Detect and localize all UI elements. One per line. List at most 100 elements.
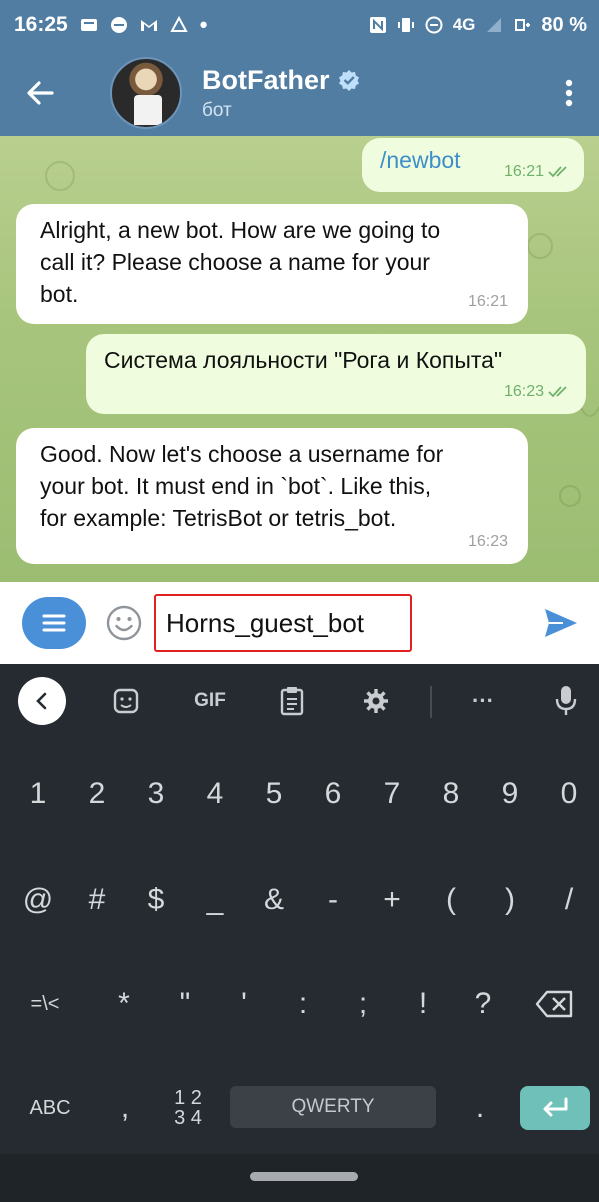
vibrate-icon xyxy=(397,18,414,32)
microphone-icon xyxy=(555,686,577,715)
keyboard-row-numbers: 1 2 3 4 5 6 7 8 9 0 xyxy=(0,744,599,844)
key-more-symbols[interactable]: =\< xyxy=(10,954,80,1054)
key-9[interactable]: 9 xyxy=(482,744,538,844)
toolbar-divider xyxy=(430,686,432,718)
signal-icon xyxy=(487,18,502,32)
avatar[interactable] xyxy=(110,57,182,129)
key-4[interactable]: 4 xyxy=(187,744,243,844)
sticker-icon xyxy=(113,688,139,714)
message-line: Alright, a new bot. How are we going to xyxy=(40,217,441,243)
key-exclamation[interactable]: ! xyxy=(395,954,451,1054)
battery-level: 80 % xyxy=(541,13,587,36)
chat-area[interactable]: /newbot 16:21 Alright, a new bot. How ar… xyxy=(0,136,599,582)
message-text[interactable]: Система лояльности "Рога и Копыта" xyxy=(104,347,502,373)
message-line: call it? Please choose a name for your xyxy=(40,249,430,275)
double-check-icon xyxy=(548,166,567,178)
message-incoming[interactable]: Good. Now let's choose a username for yo… xyxy=(16,428,528,564)
more-label: ··· xyxy=(472,688,494,713)
chat-subtitle: бот xyxy=(202,99,232,121)
key-2[interactable]: 2 xyxy=(69,744,125,844)
gmail-icon xyxy=(140,20,157,31)
key-single-quote[interactable]: ' xyxy=(216,954,272,1054)
keyboard-row-bottom: ABC , 1 2 3 4 QWERTY . xyxy=(0,1058,599,1158)
numpad-label-top: 1 2 xyxy=(174,1087,202,1109)
key-double-quote[interactable]: " xyxy=(157,954,213,1054)
double-check-icon xyxy=(548,386,567,398)
more-vert-icon xyxy=(565,79,573,107)
message-outgoing[interactable]: Система лояльности "Рога и Копыта" 16:23 xyxy=(86,334,586,414)
clipboard-icon xyxy=(280,687,304,716)
gif-label: GIF xyxy=(194,690,226,711)
key-hash[interactable]: # xyxy=(69,850,125,950)
key-0[interactable]: 0 xyxy=(541,744,597,844)
emoji-icon[interactable] xyxy=(104,603,144,643)
key-close-paren[interactable]: ) xyxy=(482,850,538,950)
message-text[interactable]: /newbot xyxy=(380,147,461,173)
message-time: 16:23 xyxy=(467,533,508,550)
key-5[interactable]: 5 xyxy=(246,744,302,844)
key-8[interactable]: 8 xyxy=(423,744,479,844)
key-question[interactable]: ? xyxy=(455,954,511,1054)
key-open-paren[interactable]: ( xyxy=(423,850,479,950)
key-ampersand[interactable]: & xyxy=(246,850,302,950)
key-underscore[interactable]: _ xyxy=(187,850,243,950)
bot-menu-button[interactable] xyxy=(22,597,86,649)
key-period[interactable]: . xyxy=(455,1058,505,1158)
message-time: 16:21 xyxy=(467,293,508,310)
voice-input-button[interactable] xyxy=(546,678,586,724)
key-at[interactable]: @ xyxy=(10,850,66,950)
message-time: 16:21 xyxy=(503,163,544,180)
message-input-value: Horns_guest_bot xyxy=(166,607,365,638)
key-numpad[interactable]: 1 2 3 4 xyxy=(160,1058,216,1158)
message-outgoing[interactable]: /newbot 16:21 xyxy=(362,138,584,192)
backspace-key[interactable] xyxy=(520,954,590,1054)
gif-button[interactable]: GIF xyxy=(180,678,240,724)
minus-circle-icon xyxy=(110,17,127,33)
key-plus[interactable]: + xyxy=(364,850,420,950)
sticker-button[interactable] xyxy=(104,678,148,724)
key-minus[interactable]: - xyxy=(305,850,361,950)
space-key[interactable]: QWERTY xyxy=(230,1086,436,1128)
key-3[interactable]: 3 xyxy=(128,744,184,844)
dnd-icon xyxy=(425,16,443,34)
key-slash[interactable]: / xyxy=(541,850,597,950)
keyboard-toolbar: GIF ··· xyxy=(0,664,599,738)
key-6[interactable]: 6 xyxy=(305,744,361,844)
verified-badge-icon xyxy=(338,70,359,91)
settings-button[interactable] xyxy=(354,678,398,724)
send-icon[interactable] xyxy=(541,603,581,643)
message-incoming[interactable]: Alright, a new bot. How are we going to … xyxy=(16,204,528,324)
more-menu-button[interactable] xyxy=(539,50,599,136)
key-colon[interactable]: : xyxy=(275,954,331,1054)
message-line: Good. Now let's choose a username for xyxy=(40,441,444,467)
message-input[interactable]: Horns_guest_bot xyxy=(154,594,412,652)
key-abc[interactable]: ABC xyxy=(10,1058,90,1158)
more-options-button[interactable]: ··· xyxy=(458,678,508,724)
nfc-icon xyxy=(369,17,386,33)
battery-charging-icon xyxy=(515,19,531,31)
gear-icon xyxy=(364,689,388,713)
keyboard: GIF ··· 1 2 3 4 5 6 7 8 9 0 @ # $ _ & - xyxy=(0,664,599,1202)
key-comma[interactable]: , xyxy=(100,1058,150,1158)
key-7[interactable]: 7 xyxy=(364,744,420,844)
back-button[interactable] xyxy=(0,50,80,136)
message-line: bot. xyxy=(40,281,79,307)
home-gesture-pill[interactable] xyxy=(250,1172,358,1181)
key-dollar[interactable]: $ xyxy=(128,850,184,950)
message-line: your bot. It must end in `bot`. Like thi… xyxy=(40,473,432,499)
drive-icon xyxy=(170,16,188,32)
message-input-bar: Horns_guest_bot xyxy=(0,582,599,664)
arrow-back-icon xyxy=(27,81,54,105)
menu-icon xyxy=(42,614,66,632)
chat-title[interactable]: BotFather xyxy=(202,65,330,96)
key-semicolon[interactable]: ; xyxy=(335,954,391,1054)
notification-icon xyxy=(80,19,97,31)
key-asterisk[interactable]: * xyxy=(96,954,152,1054)
enter-key[interactable] xyxy=(520,1086,590,1130)
backspace-icon xyxy=(535,990,573,1018)
dot-icon: • xyxy=(199,12,208,37)
status-time: 16:25 xyxy=(14,13,68,36)
keyboard-collapse-button[interactable] xyxy=(18,677,66,725)
clipboard-button[interactable] xyxy=(270,678,314,724)
key-1[interactable]: 1 xyxy=(10,744,66,844)
